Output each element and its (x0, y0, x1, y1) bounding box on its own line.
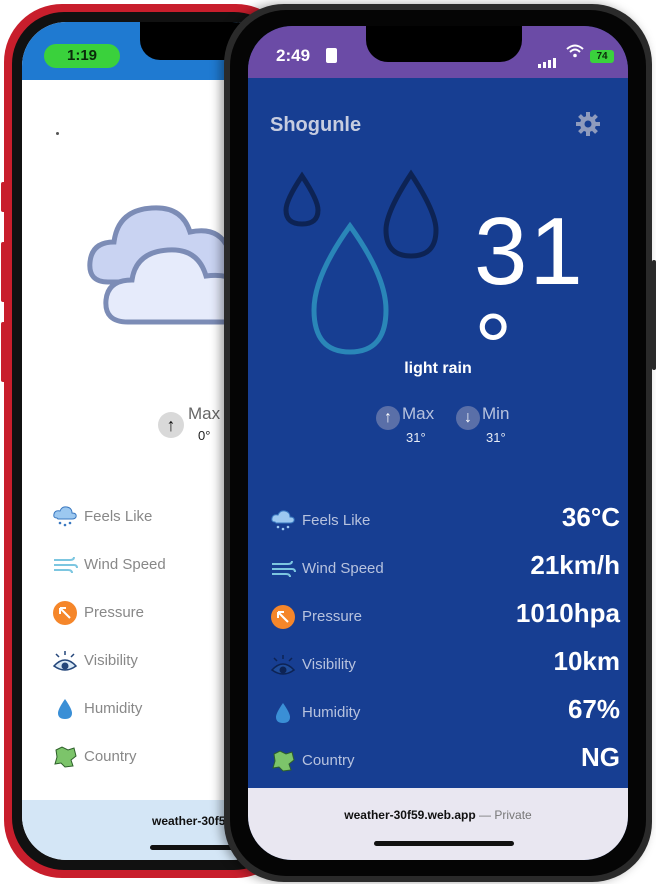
droplet-icon (270, 700, 296, 726)
rain-cloud-icon (270, 508, 296, 534)
front-notch (366, 26, 522, 62)
min-label: Min (482, 404, 510, 423)
battery-icon: 74 (590, 50, 614, 63)
signal-icon (538, 50, 558, 68)
wind-icon (52, 552, 78, 578)
front-phone-bezel: 2:49 74 Shogunle 31 ° light rain ↑ Max 3… (230, 10, 646, 876)
visibility-icon (52, 648, 78, 674)
front-phone: 2:49 74 Shogunle 31 ° light rain ↑ Max 3… (224, 4, 656, 882)
back-phone-side-button (1, 322, 6, 382)
gear-icon[interactable] (574, 110, 602, 138)
max-value: 31° (406, 430, 426, 445)
list-item-value: 36°C (561, 502, 620, 532)
front-url-text: weather-30f59.web.app — Private (248, 808, 628, 822)
max-label: Max (402, 404, 435, 423)
url-domain: weather-30f59.web.app (344, 808, 476, 822)
front-url-bar[interactable]: weather-30f59.web.app — Private (248, 788, 628, 860)
list-item-label: Humidity (84, 700, 143, 717)
front-status-time: 2:49 (276, 46, 311, 65)
back-phone-side-button (1, 242, 6, 302)
list-item-value: 10km (553, 646, 621, 676)
back-url-text: weather-30f59 (152, 814, 233, 828)
list-item-label: Country (302, 752, 355, 769)
max-temp-block: ↑ Max 31° (376, 404, 456, 454)
droplet-icon (52, 696, 78, 722)
wifi-icon (566, 44, 584, 62)
list-item: Pressure 1010hpa (270, 598, 620, 650)
list-item-value: NG (581, 742, 620, 772)
map-icon (52, 744, 78, 770)
rain-cloud-icon (52, 504, 78, 530)
front-phone-side-button (652, 260, 656, 370)
front-status-bar: 2:49 74 (248, 26, 628, 78)
weather-description: light rain (404, 360, 472, 377)
back-status-time: 1:19 (44, 44, 120, 68)
pressure-icon (52, 600, 78, 626)
front-home-indicator[interactable] (374, 841, 514, 846)
min-temp-block: ↓ Min 31° (456, 404, 536, 454)
arrow-up-icon: ↑ (376, 406, 400, 430)
pressure-icon (270, 604, 296, 630)
list-item-label: Visibility (84, 652, 138, 669)
list-item-label: Wind Speed (84, 556, 166, 573)
list-item: Visibility 10km (270, 646, 620, 698)
list-item: Wind Speed 21km/h (270, 550, 620, 602)
wind-icon (270, 556, 296, 582)
list-item-label: Visibility (302, 656, 356, 673)
list-item: Humidity 67% (270, 694, 620, 746)
city-name: Shogunle (270, 114, 362, 136)
back-dot (56, 132, 59, 135)
rain-drops-icon (283, 169, 439, 355)
map-icon (270, 748, 296, 774)
id-badge-icon (326, 48, 337, 63)
list-item-value: 21km/h (530, 550, 620, 580)
list-item-label: Humidity (302, 704, 361, 721)
list-item-label: Feels Like (84, 508, 153, 525)
list-item-value: 67% (567, 694, 620, 724)
arrow-down-icon: ↓ (456, 406, 480, 430)
front-weather-list: Feels Like 36°C Wind Speed 21km/h Pressu… (270, 502, 620, 794)
list-item-label: Country (84, 748, 137, 765)
list-item: Country NG (270, 742, 620, 794)
list-item-label: Feels Like (302, 512, 371, 529)
visibility-icon (270, 652, 296, 678)
list-item: Feels Like 36°C (270, 502, 620, 554)
min-value: 31° (486, 430, 506, 445)
front-phone-screen: 2:49 74 Shogunle 31 ° light rain ↑ Max 3… (248, 26, 628, 860)
list-item-label: Wind Speed (302, 560, 384, 577)
list-item-label: Pressure (84, 604, 145, 621)
list-item-label: Pressure (302, 608, 363, 625)
arrow-up-icon: ↑ (158, 412, 184, 438)
back-max-label: Max (188, 404, 221, 423)
list-item-value: 1010hpa (515, 598, 620, 628)
back-max-value: 0° (198, 428, 211, 443)
url-private: — Private (479, 808, 532, 822)
back-phone-side-button (1, 182, 6, 212)
